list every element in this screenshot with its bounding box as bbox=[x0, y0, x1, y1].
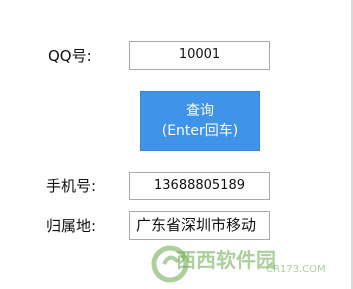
phone-input[interactable]: 13688805189 bbox=[129, 172, 270, 200]
watermark-brand: 西西软件园 bbox=[176, 248, 276, 272]
watermark-url: CR173.COM bbox=[266, 264, 326, 275]
query-button-label: 查询 bbox=[186, 103, 214, 119]
query-button-hint: (Enter回车) bbox=[161, 123, 239, 139]
qq-input[interactable]: 10001 bbox=[129, 41, 270, 70]
location-label: 归属地: bbox=[46, 217, 97, 235]
phone-label: 手机号: bbox=[46, 177, 97, 195]
qq-label: QQ号: bbox=[48, 47, 92, 65]
query-button[interactable]: 查询 (Enter回车) bbox=[140, 91, 260, 151]
app-window: QQ号: 10001 查询 (Enter回车) 手机号: 13688805189… bbox=[0, 0, 353, 289]
